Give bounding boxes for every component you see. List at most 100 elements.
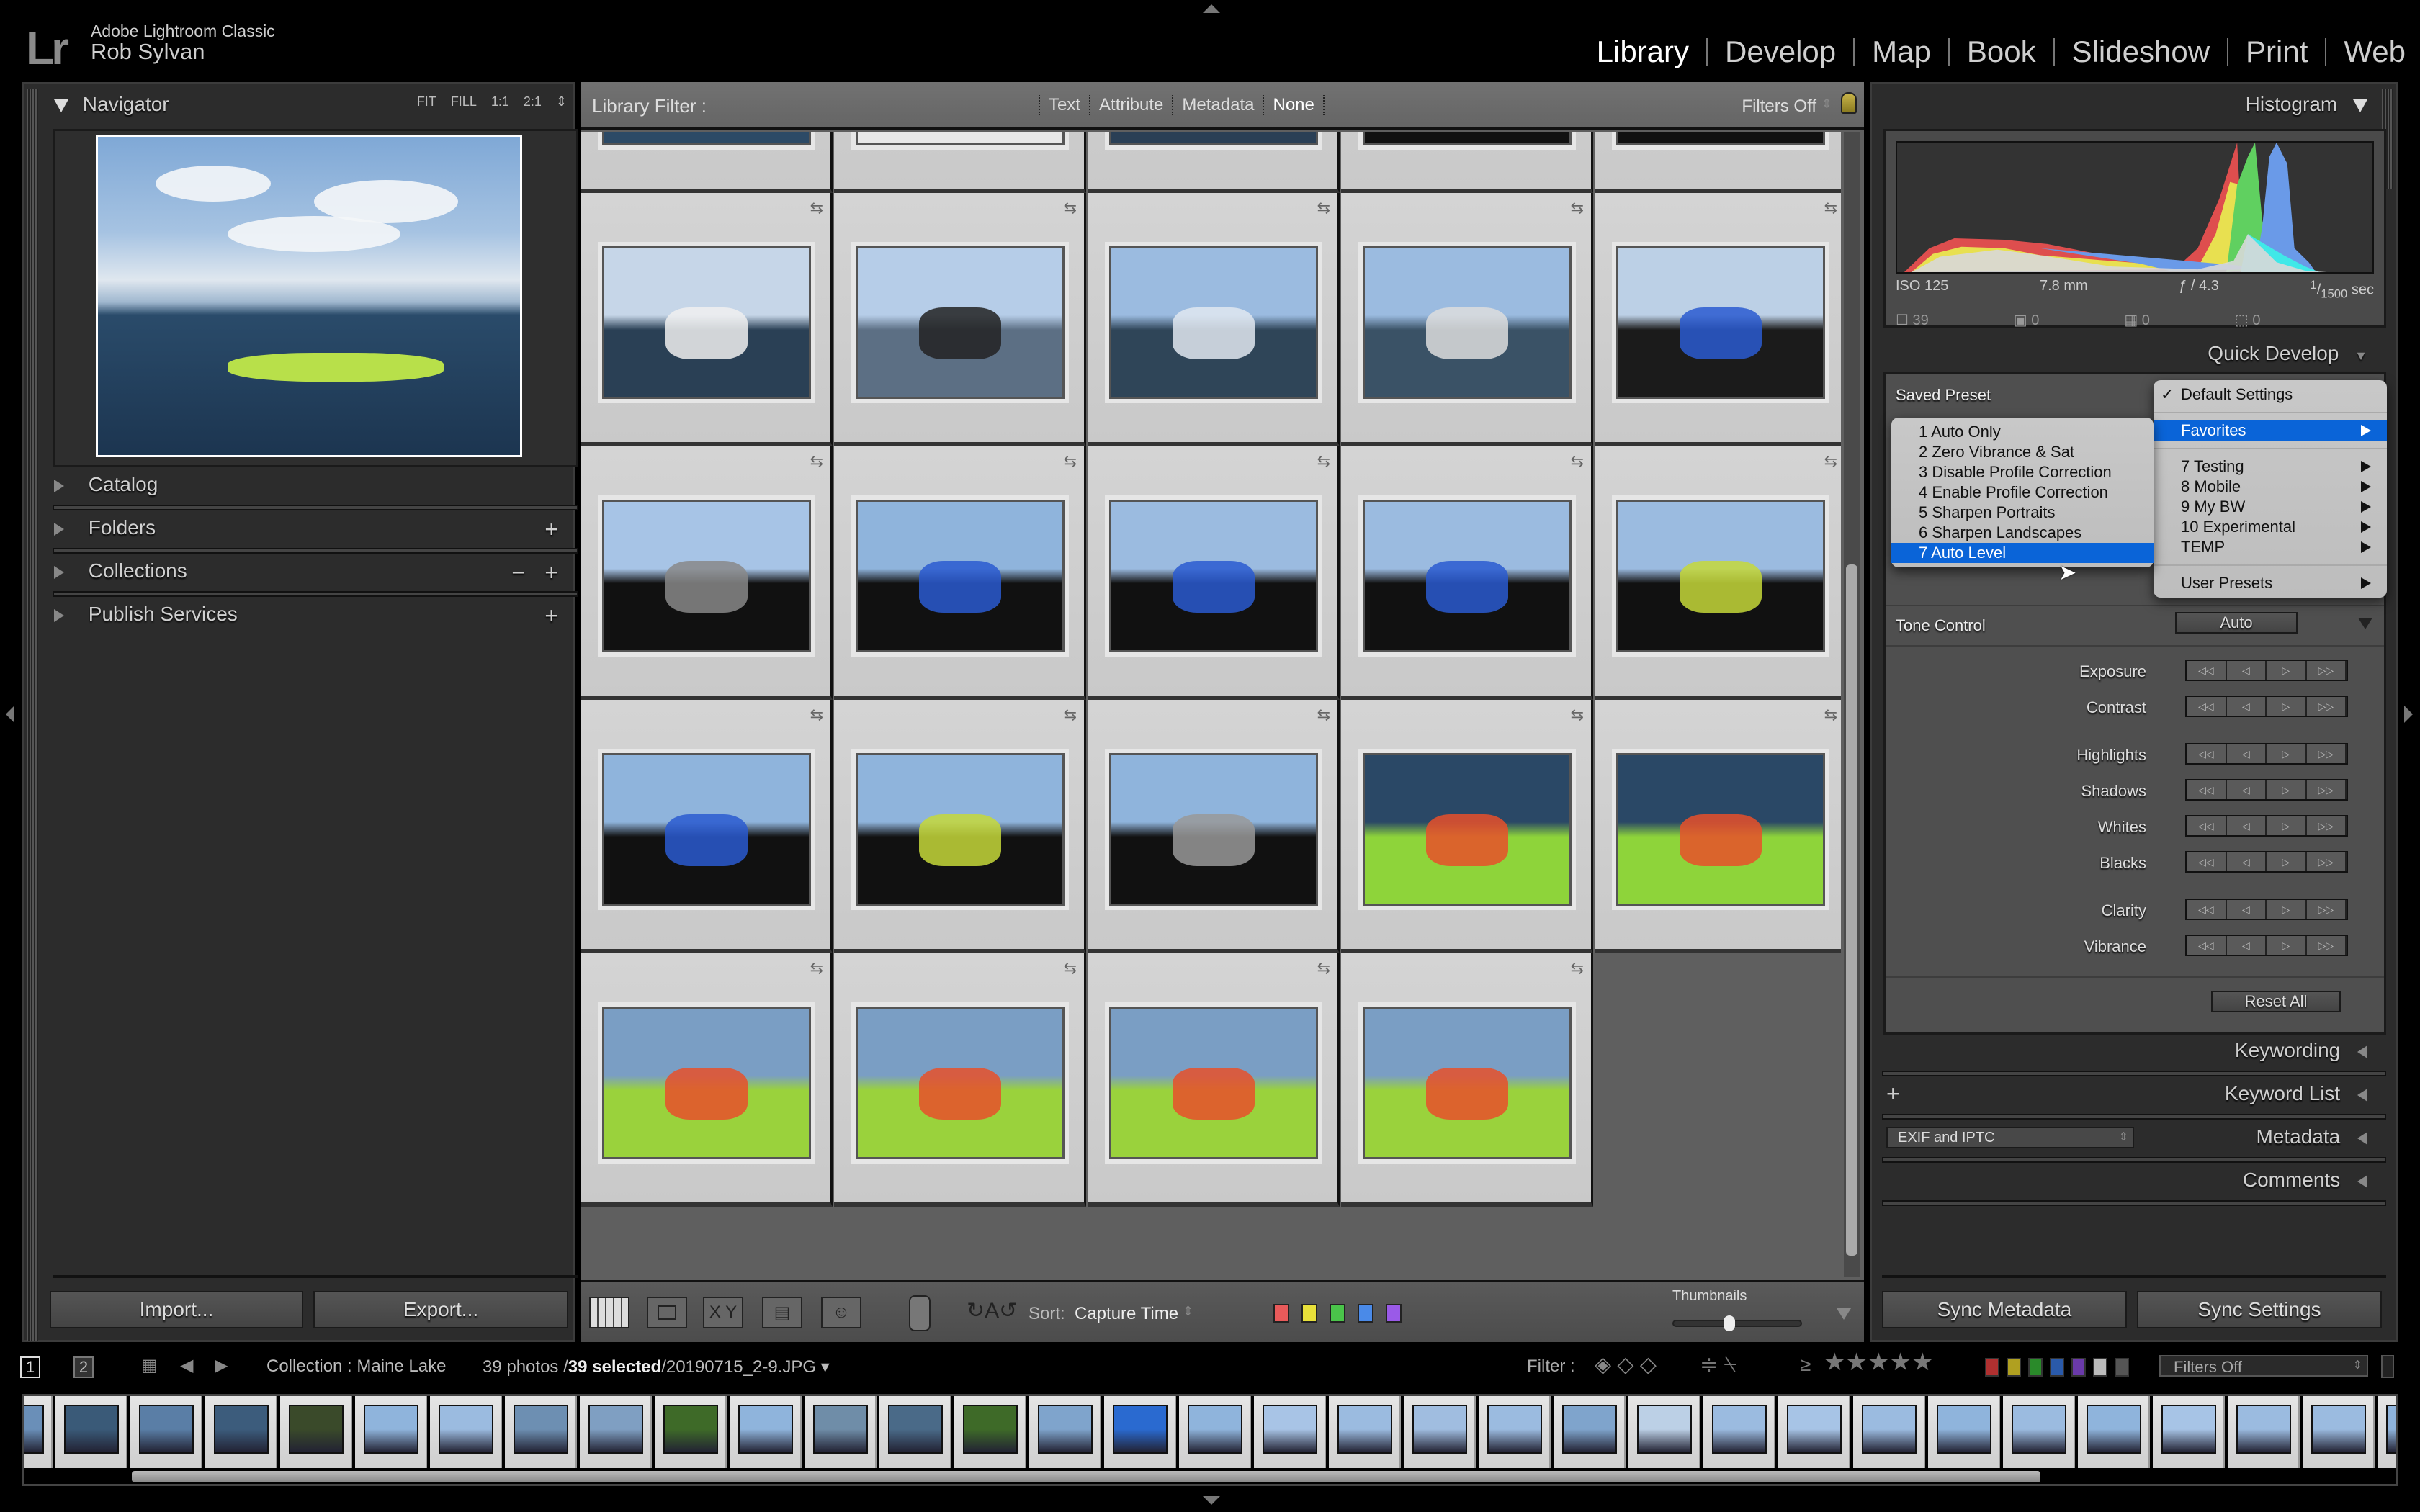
filmstrip-cell[interactable] bbox=[24, 1396, 53, 1468]
module-web[interactable]: Web bbox=[2326, 35, 2406, 69]
filmstrip-cell[interactable] bbox=[1778, 1396, 1850, 1468]
menu-item[interactable]: 1 Auto Only bbox=[1891, 422, 2154, 442]
grid-view-shortcut-icon[interactable]: ▦ bbox=[141, 1355, 158, 1376]
filmstrip-cell[interactable] bbox=[2378, 1396, 2396, 1468]
color-label-button[interactable] bbox=[1301, 1304, 1317, 1323]
grid-cell[interactable] bbox=[1595, 132, 1841, 193]
increase-large-button[interactable]: ▷▷ bbox=[2306, 697, 2347, 716]
histogram-plot[interactable] bbox=[1896, 141, 2374, 274]
photo-thumbnail[interactable] bbox=[1616, 753, 1825, 906]
forward-arrow-icon[interactable]: ▶ bbox=[215, 1355, 228, 1376]
navigator-preview[interactable] bbox=[96, 135, 522, 457]
grid-scrollbar[interactable] bbox=[1844, 132, 1860, 1277]
increase-large-button[interactable]: ▷▷ bbox=[2306, 900, 2347, 919]
menu-item[interactable]: 5 Sharpen Portraits bbox=[1891, 503, 2154, 523]
grid-cell[interactable]: ⇆ bbox=[581, 953, 833, 1207]
filmstrip-thumbnail[interactable] bbox=[2012, 1405, 2066, 1454]
filmstrip-thumbnail[interactable] bbox=[439, 1405, 493, 1454]
module-slideshow[interactable]: Slideshow bbox=[2055, 35, 2227, 69]
photo-thumbnail[interactable] bbox=[856, 132, 1065, 145]
label-filter-swatch[interactable] bbox=[2028, 1358, 2043, 1377]
photo-thumbnail[interactable] bbox=[1363, 500, 1572, 652]
filmstrip-cell[interactable] bbox=[1104, 1396, 1176, 1468]
increase-small-button[interactable]: ▷ bbox=[2267, 661, 2307, 680]
increase-large-button[interactable]: ▷▷ bbox=[2306, 852, 2347, 871]
filmstrip-thumbnail[interactable] bbox=[2161, 1405, 2216, 1454]
zoom-2-1[interactable]: 2:1 bbox=[524, 94, 542, 109]
filter-preset-select[interactable]: Filters Off bbox=[1742, 96, 1816, 117]
zoom-1-1[interactable]: 1:1 bbox=[491, 94, 509, 109]
flag-icon[interactable]: ⇆ bbox=[1824, 199, 1837, 217]
panel-collections[interactable]: Collections − + bbox=[54, 559, 558, 595]
menu-item[interactable]: 4 Enable Profile Correction bbox=[1891, 482, 2154, 503]
filmstrip-cell[interactable] bbox=[505, 1396, 577, 1468]
export-button[interactable]: Export... bbox=[313, 1291, 568, 1328]
filter-preset-dropdown[interactable]: Filters Off ⇕ bbox=[2159, 1355, 2368, 1377]
color-label-filter[interactable] bbox=[1985, 1358, 2129, 1377]
sync-settings-button[interactable]: Sync Settings bbox=[2137, 1291, 2382, 1328]
menu-item[interactable]: 3 Disable Profile Correction bbox=[1891, 462, 2154, 482]
photo-thumbnail[interactable] bbox=[856, 1007, 1065, 1159]
increase-large-button[interactable]: ▷▷ bbox=[2306, 744, 2347, 763]
decrease-small-button[interactable]: ◁ bbox=[2226, 661, 2267, 680]
photo-thumbnail[interactable] bbox=[856, 753, 1065, 906]
flag-icon[interactable]: ⇆ bbox=[1824, 452, 1837, 471]
grid-cell[interactable] bbox=[581, 132, 833, 193]
grid-cell[interactable]: ⇆ bbox=[1341, 446, 1593, 700]
increase-large-button[interactable]: ▷▷ bbox=[2306, 661, 2347, 680]
photo-thumbnail[interactable] bbox=[1363, 246, 1572, 399]
filmstrip-thumbnail[interactable] bbox=[1937, 1405, 1991, 1454]
histogram-header[interactable]: Histogram bbox=[2246, 93, 2367, 116]
decrease-small-button[interactable]: ◁ bbox=[2226, 936, 2267, 955]
photo-thumbnail[interactable] bbox=[1616, 500, 1825, 652]
sort-select[interactable]: Capture Time bbox=[1075, 1304, 1178, 1324]
filmstrip-thumbnail[interactable] bbox=[1412, 1405, 1467, 1454]
filmstrip-cell[interactable] bbox=[954, 1396, 1026, 1468]
photo-thumbnail[interactable] bbox=[1109, 246, 1318, 399]
filmstrip-cell[interactable] bbox=[2228, 1396, 2300, 1468]
color-label-button[interactable] bbox=[1330, 1304, 1345, 1323]
tone-control-expand-icon[interactable] bbox=[2358, 618, 2372, 629]
photo-thumbnail[interactable] bbox=[856, 500, 1065, 652]
increase-large-button[interactable]: ▷▷ bbox=[2306, 780, 2347, 799]
filmstrip-cell[interactable] bbox=[205, 1396, 277, 1468]
import-button[interactable]: Import... bbox=[50, 1291, 303, 1328]
photo-thumbnail[interactable] bbox=[602, 132, 811, 145]
filmstrip-thumbnail[interactable] bbox=[738, 1405, 793, 1454]
photo-thumbnail[interactable] bbox=[1109, 132, 1318, 145]
flag-icon[interactable]: ⇆ bbox=[1064, 452, 1077, 471]
menu-item[interactable]: 2 Zero Vibrance & Sat bbox=[1891, 442, 2154, 462]
grid-cell[interactable]: ⇆ bbox=[581, 193, 833, 446]
flag-icon[interactable]: ⇆ bbox=[810, 452, 823, 471]
grid-cell[interactable]: ⇆ bbox=[1088, 700, 1340, 953]
filmstrip-cell[interactable] bbox=[655, 1396, 727, 1468]
menu-item[interactable]: User Presets bbox=[2154, 573, 2387, 593]
zoom-fit[interactable]: FIT bbox=[417, 94, 436, 109]
color-label-button[interactable] bbox=[1358, 1304, 1373, 1323]
edit-filter-icons[interactable]: ≑ ⍀ bbox=[1700, 1352, 1736, 1377]
decrease-large-button[interactable]: ◁◁ bbox=[2187, 900, 2227, 919]
filmstrip-thumbnail[interactable] bbox=[1038, 1405, 1093, 1454]
filmstrip-cell[interactable] bbox=[805, 1396, 877, 1468]
photo-thumbnail[interactable] bbox=[1363, 1007, 1572, 1159]
filmstrip-thumbnail[interactable] bbox=[663, 1405, 718, 1454]
panel-keyword-list[interactable]: Keyword List bbox=[2225, 1082, 2367, 1105]
add-collection-icon[interactable]: + bbox=[544, 559, 558, 586]
survey-view-icon[interactable]: ▤ bbox=[762, 1297, 802, 1328]
decrease-large-button[interactable]: ◁◁ bbox=[2187, 661, 2227, 680]
decrease-small-button[interactable]: ◁ bbox=[2226, 816, 2267, 835]
photo-thumbnail[interactable] bbox=[602, 1007, 811, 1159]
increase-small-button[interactable]: ▷ bbox=[2267, 936, 2307, 955]
people-view-icon[interactable]: ☺ bbox=[821, 1297, 861, 1328]
filmstrip-cell[interactable] bbox=[1703, 1396, 1775, 1468]
filmstrip-cell[interactable] bbox=[2078, 1396, 2150, 1468]
panel-publish-services[interactable]: Publish Services + bbox=[54, 603, 558, 639]
photo-thumbnail[interactable] bbox=[1363, 132, 1572, 145]
filmstrip-thumbnail[interactable] bbox=[813, 1405, 868, 1454]
grid-cell[interactable] bbox=[1088, 132, 1340, 193]
filmstrip-cell[interactable] bbox=[355, 1396, 427, 1468]
panel-keywording[interactable]: Keywording bbox=[2235, 1039, 2367, 1062]
filter-tab-attribute[interactable]: Attribute bbox=[1089, 95, 1172, 115]
quick-develop-header[interactable]: Quick Develop ▼ bbox=[2208, 342, 2367, 365]
add-keyword-icon[interactable]: + bbox=[1886, 1081, 1900, 1107]
